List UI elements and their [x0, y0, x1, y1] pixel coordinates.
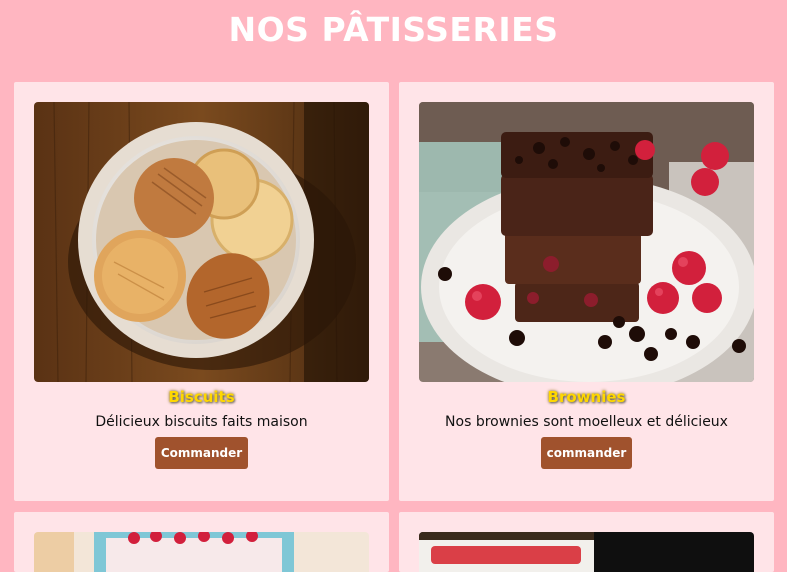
order-button[interactable]: commander — [541, 437, 632, 469]
product-description: Délicieux biscuits faits maison — [95, 414, 308, 430]
product-description: Nos brownies sont moelleux et délicieux — [445, 414, 728, 430]
product-card-biscuits: Biscuits Délicieux biscuits faits maison… — [14, 82, 389, 501]
raspberry-cake-photo — [34, 532, 369, 572]
product-card-4 — [399, 512, 774, 572]
nutella-jar-photo — [419, 532, 754, 572]
product-card-brownies: Brownies Nos brownies sont moelleux et d… — [399, 82, 774, 501]
cookies-bowl-photo — [34, 102, 369, 382]
product-name: Biscuits — [168, 388, 235, 406]
order-button[interactable]: Commander — [155, 437, 248, 469]
page-title: NOS PÂTISSERIES — [228, 10, 559, 49]
brownies-raspberries-photo — [419, 102, 754, 382]
product-name: Brownies — [547, 388, 626, 406]
product-card-3 — [14, 512, 389, 572]
